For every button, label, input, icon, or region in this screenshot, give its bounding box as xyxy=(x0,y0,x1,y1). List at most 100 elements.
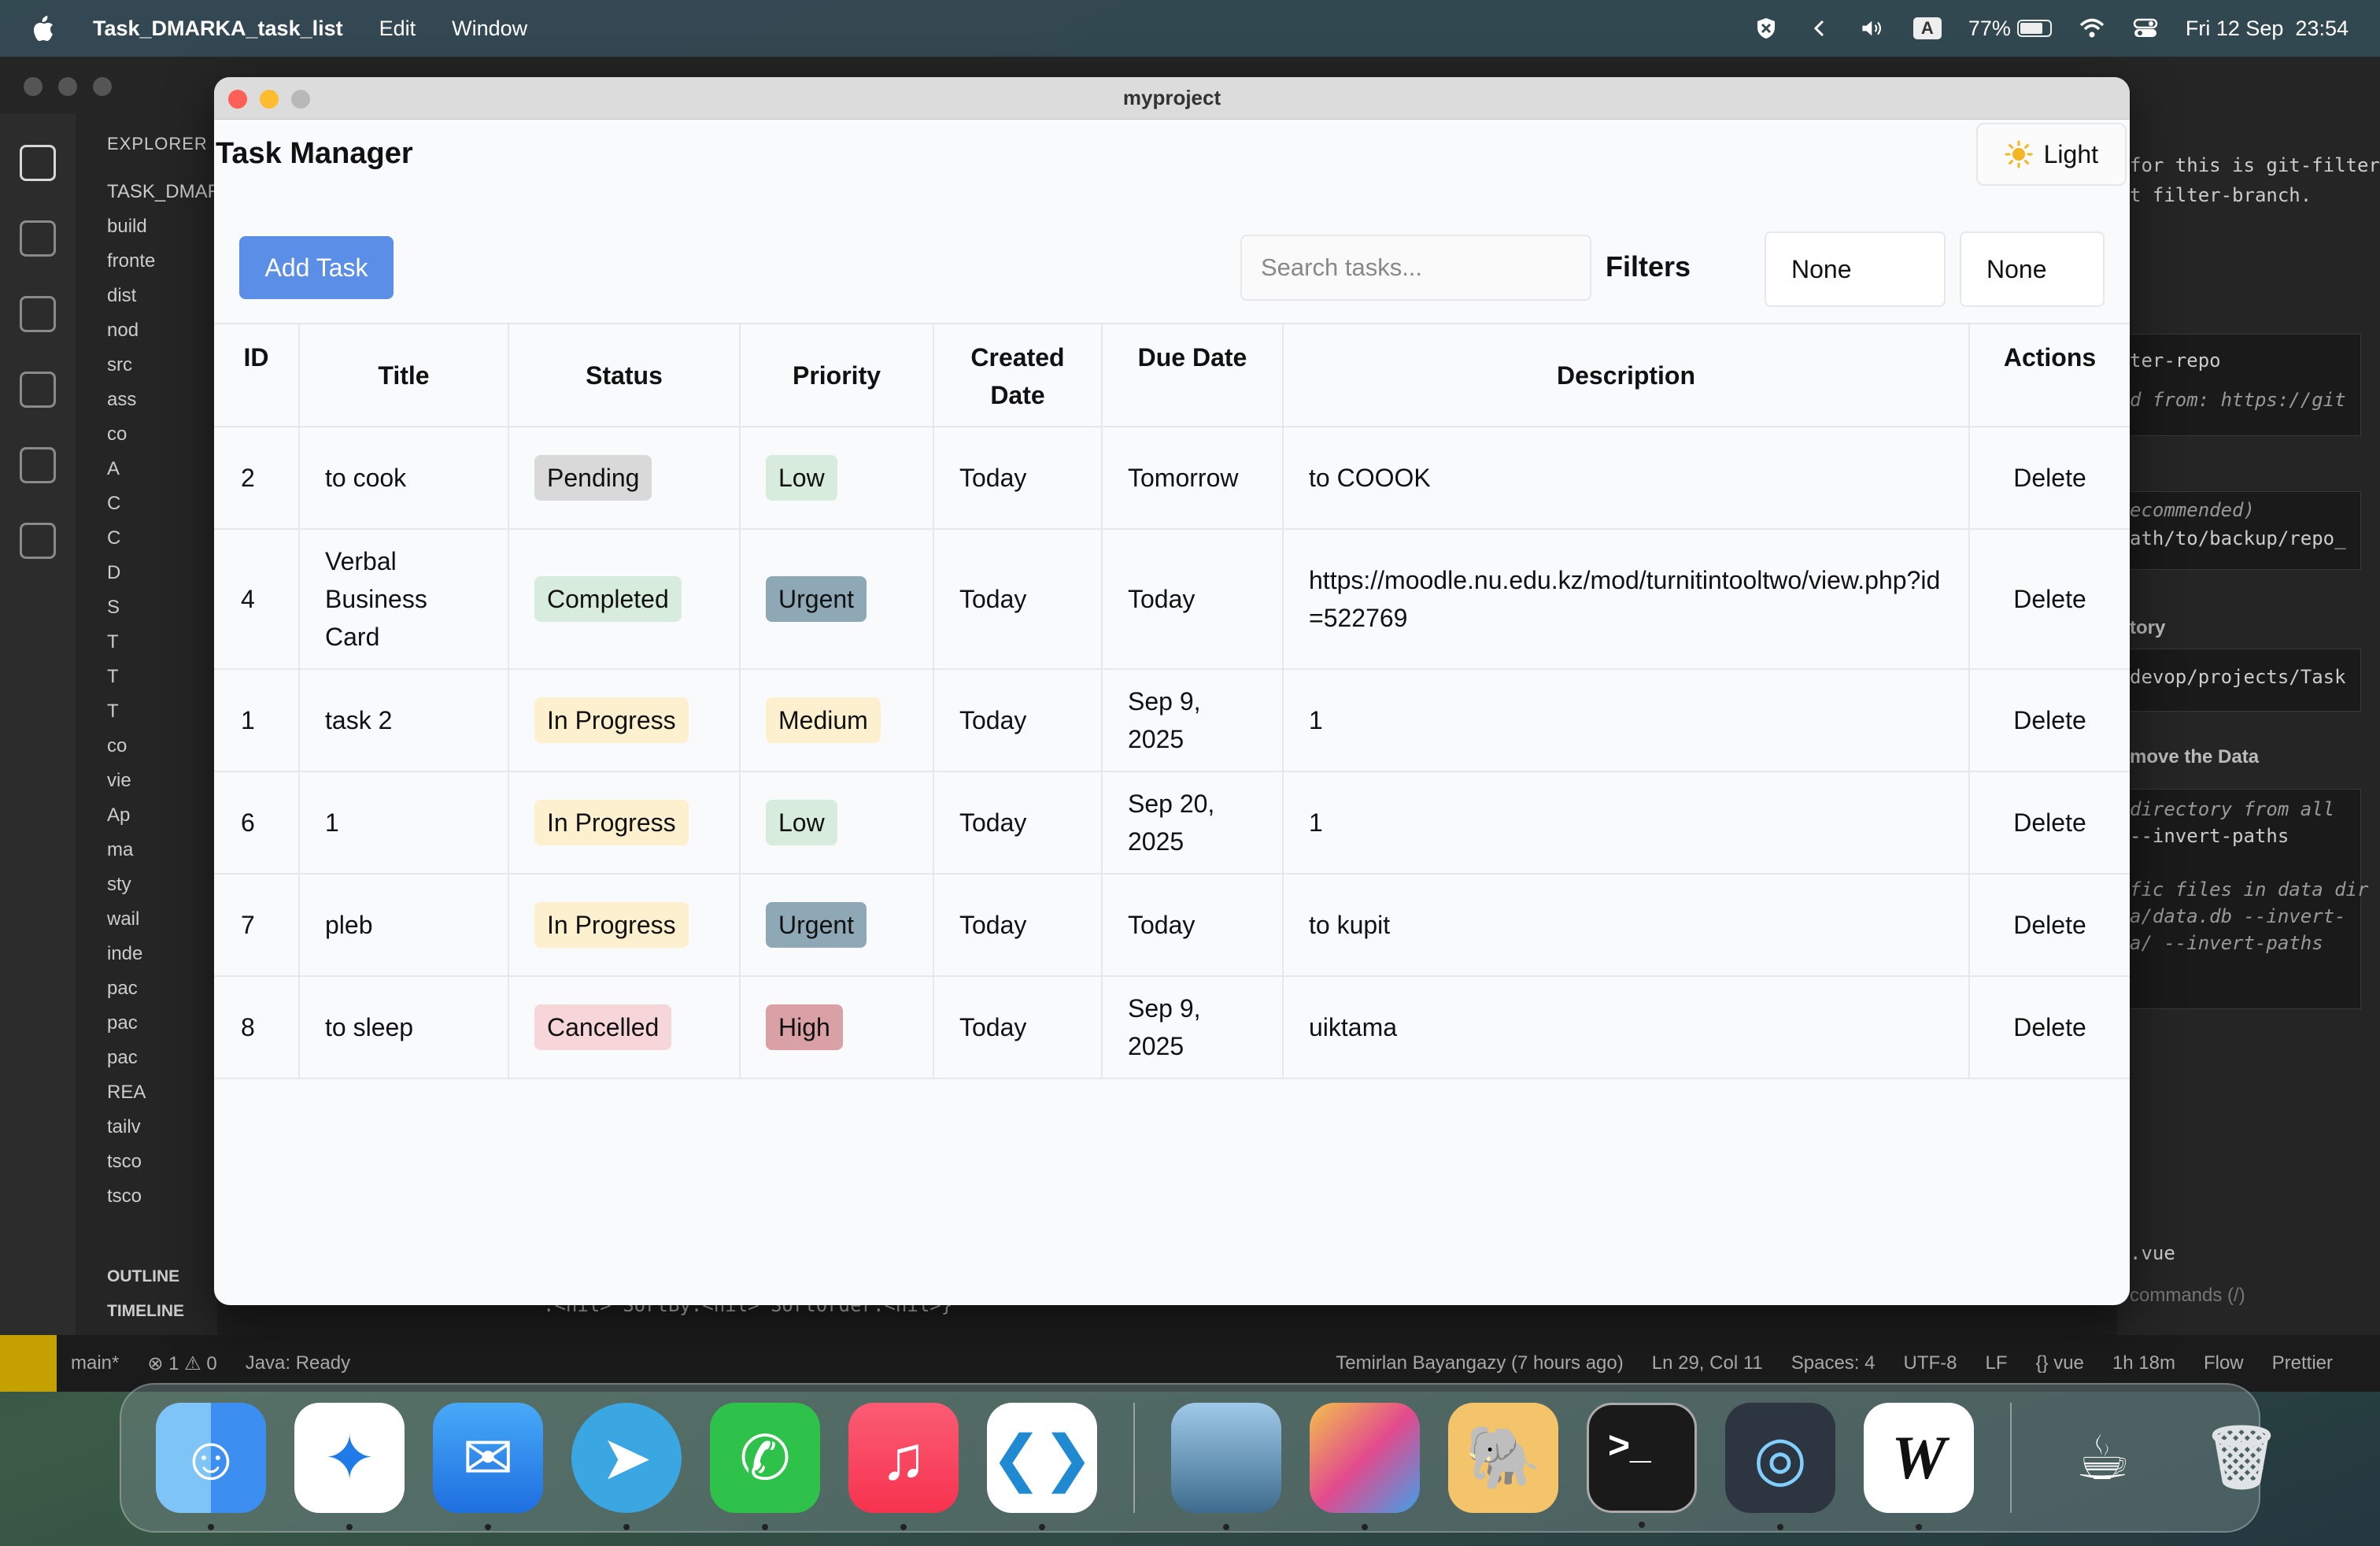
status-badge[interactable]: Cancelled xyxy=(534,1004,672,1050)
priority-badge[interactable]: Medium xyxy=(766,697,881,743)
explorer-tree-item[interactable]: C xyxy=(76,486,217,521)
column-header-priority[interactable]: Priority xyxy=(740,324,934,427)
explorer-icon[interactable] xyxy=(20,145,56,181)
statusbar-item[interactable]: Spaces: 4 xyxy=(1791,1352,1876,1374)
status-badge[interactable]: In Progress xyxy=(534,902,689,948)
mail-icon[interactable]: ✉ xyxy=(433,1403,543,1530)
explorer-tree-item[interactable]: vie xyxy=(76,764,217,798)
explorer-tree-item[interactable]: T xyxy=(76,660,217,694)
priority-filter-select[interactable]: None xyxy=(1960,231,2105,307)
coffee-icon[interactable]: ☕ xyxy=(2048,1403,2158,1513)
apple-logo-icon[interactable] xyxy=(31,15,55,42)
explorer-tree-item[interactable]: A xyxy=(76,452,217,486)
explorer-tree-item[interactable]: C xyxy=(76,521,217,556)
column-header-status[interactable]: Status xyxy=(508,324,741,427)
battery-status[interactable]: 77% xyxy=(1968,17,2052,41)
table-row[interactable]: 8 to sleep Cancelled High Today Sep 9, 2… xyxy=(214,976,2130,1079)
explorer-tree-item[interactable]: co xyxy=(76,729,217,764)
explorer-tree-item[interactable]: build xyxy=(76,209,217,244)
menubar-app-name[interactable]: Task_DMARKA_task_list xyxy=(93,17,343,41)
search-input[interactable] xyxy=(1240,235,1591,301)
statusbar-item[interactable]: Prettier xyxy=(2272,1352,2333,1374)
statusbar-item[interactable]: Java: Ready xyxy=(246,1352,350,1375)
explorer-tree-item[interactable]: co xyxy=(76,417,217,452)
statusbar-item[interactable]: 1h 18m xyxy=(2112,1352,2175,1374)
column-header-description[interactable]: Description xyxy=(1283,324,1970,427)
column-header-title[interactable]: Title xyxy=(299,324,509,427)
status-badge[interactable]: Completed xyxy=(534,576,682,622)
preview-icon[interactable] xyxy=(1171,1403,1281,1530)
explorer-tree-item[interactable]: ma xyxy=(76,833,217,867)
chevron-left-icon[interactable] xyxy=(1806,17,1833,40)
explorer-tree-item[interactable]: S xyxy=(76,590,217,625)
statusbar-item[interactable]: Ln 29, Col 11 xyxy=(1652,1352,1763,1374)
delete-button[interactable]: Delete xyxy=(2013,911,2086,939)
priority-badge[interactable]: Urgent xyxy=(766,576,867,622)
explorer-tree-item[interactable]: ass xyxy=(76,383,217,417)
explorer-tree-item[interactable]: tsco xyxy=(76,1145,217,1179)
input-source-badge[interactable]: A xyxy=(1913,17,1942,39)
delete-button[interactable]: Delete xyxy=(2013,808,2086,837)
explorer-tree-item[interactable]: src xyxy=(76,348,217,383)
explorer-tree-item[interactable]: wail xyxy=(76,902,217,937)
explorer-tree-item[interactable]: inde xyxy=(76,937,217,971)
status-filter-select[interactable]: None xyxy=(1765,231,1946,307)
explorer-tree-item[interactable]: tailv xyxy=(76,1110,217,1145)
explorer-tree-item[interactable]: sty xyxy=(76,867,217,902)
explorer-tree-item[interactable]: pac xyxy=(76,971,217,1006)
search-icon[interactable] xyxy=(20,296,56,332)
explorer-tree-item[interactable]: T xyxy=(76,625,217,660)
statusbar-item[interactable]: main* xyxy=(71,1352,119,1375)
column-header-id[interactable]: ID xyxy=(214,324,300,427)
word-icon[interactable]: W xyxy=(1864,1403,1974,1530)
music-icon[interactable]: ♫ xyxy=(848,1403,959,1530)
control-center-icon[interactable] xyxy=(2132,17,2159,40)
menubar-clock[interactable]: Fri 12 Sep 23:54 xyxy=(2186,17,2349,41)
table-row[interactable]: 2 to cook Pending Low Today Tomorrow to … xyxy=(214,427,2130,530)
menu-edit[interactable]: Edit xyxy=(379,17,416,41)
terminal-icon[interactable]: >_ xyxy=(1587,1403,1697,1528)
table-row[interactable]: 4 Verbal Business Card Completed Urgent … xyxy=(214,529,2130,670)
priority-badge[interactable]: Low xyxy=(766,455,837,501)
close-window-button[interactable] xyxy=(228,90,247,109)
statusbar-item[interactable]: LF xyxy=(1985,1352,2007,1374)
volume-icon[interactable] xyxy=(1860,17,1887,40)
explorer-tree-item[interactable]: tsco xyxy=(76,1179,217,1214)
shield-icon[interactable] xyxy=(1753,17,1779,40)
safari-icon[interactable]: ✦ xyxy=(294,1403,405,1530)
status-badge[interactable]: In Progress xyxy=(534,800,689,845)
run-debug-icon[interactable] xyxy=(20,372,56,408)
priority-badge[interactable]: High xyxy=(766,1004,843,1050)
delete-button[interactable]: Delete xyxy=(2013,464,2086,492)
priority-badge[interactable]: Low xyxy=(766,800,837,845)
telegram-icon[interactable]: ➤ xyxy=(571,1403,682,1530)
testing-icon[interactable] xyxy=(20,523,56,559)
trash-icon[interactable]: 🗑 xyxy=(2186,1403,2297,1513)
statusbar-item[interactable]: {} vue xyxy=(2036,1352,2084,1374)
explorer-tree-item[interactable]: REA xyxy=(76,1075,217,1110)
whatsapp-icon[interactable]: ✆ xyxy=(710,1403,820,1530)
remote-indicator[interactable] xyxy=(0,1335,57,1392)
chat-attachment[interactable]: .vue xyxy=(2130,1242,2175,1264)
quicktime-icon[interactable]: ◎ xyxy=(1725,1403,1835,1530)
zoom-window-button[interactable] xyxy=(291,90,310,109)
statusbar-item[interactable]: ⊗ 1 ⚠ 0 xyxy=(147,1352,216,1375)
vscode-traffic-lights[interactable] xyxy=(24,77,112,96)
explorer-tree-item[interactable]: pac xyxy=(76,1041,217,1075)
explorer-tree-item[interactable]: dist xyxy=(76,279,217,313)
delete-button[interactable]: Delete xyxy=(2013,585,2086,613)
table-row[interactable]: 7 pleb In Progress Urgent Today Today to… xyxy=(214,874,2130,977)
chat-input-placeholder[interactable]: commands (/) xyxy=(2130,1285,2245,1307)
explorer-tree-item[interactable]: TASK_DMARI xyxy=(76,175,217,209)
minimize-window-button[interactable] xyxy=(260,90,279,109)
explorer-section-header[interactable]: TIMELINE xyxy=(76,1294,217,1329)
explorer-tree-item[interactable]: Ap xyxy=(76,798,217,833)
explorer-section-header[interactable]: OUTLINE xyxy=(76,1259,217,1294)
explorer-tree-item[interactable]: nod xyxy=(76,313,217,348)
tableplus-icon[interactable]: 🐘 xyxy=(1448,1403,1558,1513)
source-control-icon[interactable] xyxy=(20,220,56,257)
menu-window[interactable]: Window xyxy=(452,17,527,41)
wifi-icon[interactable] xyxy=(2079,17,2105,40)
delete-button[interactable]: Delete xyxy=(2013,1013,2086,1041)
statusbar-item[interactable]: Temirlan Bayangazy (7 hours ago) xyxy=(1336,1352,1624,1374)
